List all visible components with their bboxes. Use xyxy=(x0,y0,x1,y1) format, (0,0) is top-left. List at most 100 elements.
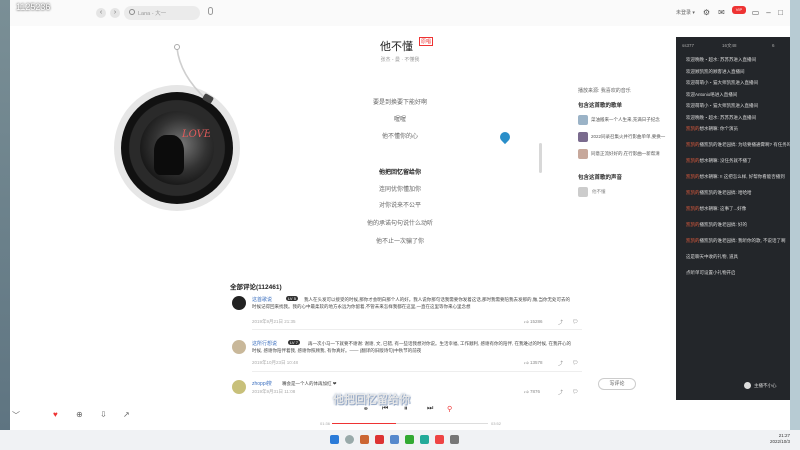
playlist-item[interactable]: 同意正流好好的,在行影曲一新帮清 xyxy=(578,149,670,161)
chat-username[interactable]: 凯凯的 xyxy=(686,222,700,227)
minimize-mode-icon[interactable]: ▭ xyxy=(751,8,760,17)
lyric-line-current[interactable]: 他把回忆留给你 xyxy=(330,167,470,176)
title-bar: ‹ › Lana - 大一 未登录 ▾ ⚙ ✉ VIP ▭ – □ xyxy=(10,0,790,26)
heart-icon[interactable]: ♥ xyxy=(53,410,58,419)
desktop-right-edge xyxy=(790,0,800,450)
search-icon[interactable] xyxy=(345,435,354,444)
playlist-title: 同意正流好好的,在行影曲一新帮清 xyxy=(591,151,660,156)
search-input[interactable]: Lana - 大一 xyxy=(138,9,166,17)
login-status[interactable]: 未登录 ▾ xyxy=(676,9,695,16)
chat-username[interactable]: 凯凯的 xyxy=(686,126,700,131)
voice-title[interactable]: 他不懂 xyxy=(592,189,606,195)
lyrics-scrollbar[interactable] xyxy=(539,143,542,173)
comment-likes[interactable]: 👍︎ 7876 xyxy=(524,389,540,395)
lyric-line[interactable]: 连同优你懂加你 xyxy=(330,184,470,193)
search-box[interactable]: Lana - 大一 xyxy=(124,6,200,20)
mic-icon[interactable] xyxy=(208,7,213,15)
chat-header-item[interactable]: 6 xyxy=(772,43,775,48)
chat-header-item[interactable]: ss377 xyxy=(682,43,694,48)
collect-icon[interactable]: ⊕ xyxy=(76,410,83,419)
app-icon[interactable] xyxy=(420,435,429,444)
comment-text: 嘴会是一个人的体再加红 ❤ xyxy=(282,381,337,386)
chat-follow-user[interactable]: 主播不小心 xyxy=(754,383,777,389)
chat-username[interactable]: 凯凯的 xyxy=(686,174,700,179)
chevron-down-icon[interactable]: ﹀ xyxy=(12,410,20,421)
comment-user[interactable]: zhoppi搜 xyxy=(252,380,272,387)
download-icon[interactable]: ⇩ xyxy=(100,410,107,419)
music-player-window: ‹ › Lana - 大一 未登录 ▾ ⚙ ✉ VIP ▭ – □ LOVE 他… xyxy=(10,0,790,430)
chat-message: 欢迎晚晚・超水: 苏苏苏进入直播间 xyxy=(686,115,790,121)
song-badge[interactable]: 原唱 xyxy=(419,37,434,46)
lyric-line[interactable]: 喔喔 xyxy=(330,114,470,123)
mail-icon[interactable]: ✉ xyxy=(717,8,726,17)
back-arrow-icon[interactable]: ‹ xyxy=(96,8,106,18)
play-source[interactable]: 播放来源: 我喜欢的音乐 xyxy=(578,87,631,94)
music-app-icon[interactable] xyxy=(435,435,444,444)
lyric-line[interactable]: 他的承诺句句说什么动听 xyxy=(330,218,470,227)
playlist-item[interactable]: 菜油搬来一个人生来,充满日子纪念 xyxy=(578,115,670,127)
chat-username[interactable]: 凯凯的 xyxy=(686,206,700,211)
share-icon[interactable]: ⤴ xyxy=(558,360,563,367)
chat-message: 欢迎萌萌小・猫大师凯凯进入直播间 xyxy=(686,80,790,86)
chat-message: 欢迎Antonio咯进入直播间 xyxy=(686,92,790,98)
chat-username[interactable]: 凯凯的 xyxy=(686,190,700,195)
app-icon[interactable] xyxy=(450,435,459,444)
app-icon[interactable] xyxy=(390,435,399,444)
chat-header-item[interactable]: 16文48 xyxy=(722,43,737,49)
gear-icon[interactable]: ⚙ xyxy=(702,8,711,17)
song-meta[interactable]: 张杰 - 曼 · 不懂我 xyxy=(370,56,430,63)
write-comment-button[interactable]: 写评论 xyxy=(598,378,636,390)
lyric-line[interactable]: 他不止一次骗了你 xyxy=(330,236,470,245)
avatar[interactable] xyxy=(232,380,246,394)
progress-bar[interactable] xyxy=(332,423,488,424)
chat-username[interactable]: 凯凯的 xyxy=(686,158,700,163)
chat-username[interactable]: 凯凯的 xyxy=(686,238,700,243)
lyric-line[interactable]: 要是到换要下能好啊 xyxy=(330,97,470,106)
avatar[interactable] xyxy=(232,340,246,354)
playlist-item[interactable]: 2022同录召集火并行影曲单单,要换一 xyxy=(578,132,670,144)
chat-text: 欢迎晚晚・超水: 苏苏苏进入直播间 xyxy=(686,114,756,120)
comment-divider xyxy=(252,329,582,330)
chat-message: 点听单可设置小礼物开启 xyxy=(686,270,790,276)
windows-start-icon[interactable] xyxy=(330,435,339,444)
minimize-icon[interactable]: – xyxy=(764,8,773,17)
chat-message: 凯凯的想水朝嘛: 没任务就不播了 xyxy=(686,158,790,164)
share-icon[interactable]: ⤴ xyxy=(558,389,563,396)
comment-likes[interactable]: 👍︎ 15286 xyxy=(524,319,542,325)
maximize-icon[interactable]: □ xyxy=(776,8,785,17)
tray-clock[interactable]: 21:27 2022/10/3 xyxy=(770,433,790,445)
voice-thumbnail[interactable] xyxy=(578,187,588,197)
live-chat-panel: ss377 16文48 6 欢迎晚晚・超水: 苏苏苏进入直播间 欢迎顾凯凯的顾客进… xyxy=(676,37,790,410)
chat-text: 播凯凯的谁老园搞: 哈哈哈 xyxy=(699,190,752,195)
forward-arrow-icon[interactable]: › xyxy=(110,8,120,18)
progress-fill xyxy=(332,423,396,424)
thumbs-up-icon: 👍︎ xyxy=(524,319,529,324)
lyric-line[interactable]: 对你说来不公平 xyxy=(330,200,470,209)
vip-badge[interactable]: VIP xyxy=(732,6,746,14)
reply-icon[interactable]: 💬︎ xyxy=(572,389,578,395)
app-icon[interactable] xyxy=(375,435,384,444)
reply-icon[interactable]: 💬︎ xyxy=(572,360,578,366)
share-icon[interactable]: ⤴ xyxy=(558,319,563,326)
chat-message: 这是聊天中收的礼物, 道具 xyxy=(686,254,790,260)
reply-icon[interactable]: 💬︎ xyxy=(572,319,578,325)
avatar[interactable] xyxy=(232,296,246,310)
chat-text: 播凯凯的谁老园搞: 好的 xyxy=(699,222,748,227)
share-icon[interactable]: ↗ xyxy=(123,410,130,419)
comment-text: 再一次小马一下就要不谢谢: 谢谢, 文, 已错, 有一些话我想对你说。生活幸福,… xyxy=(252,341,571,353)
tray-date: 2022/10/3 xyxy=(770,439,791,444)
lyric-line[interactable]: 他不懂你的心 xyxy=(330,131,470,140)
chat-message: 欢迎萌萌小・猫大师凯凯进入直播间 xyxy=(686,103,790,109)
chat-username[interactable]: 凯凯的 xyxy=(686,142,700,147)
comment-likes[interactable]: 👍︎ 13578 xyxy=(524,360,542,366)
app-icon[interactable] xyxy=(360,435,369,444)
chat-message: 凯凯的想水朝嘛: 这事了...好像 xyxy=(686,206,790,212)
video-subtitle: 他把回忆留给你 xyxy=(333,394,410,406)
comment-time: 2019年9月21日 21:35 xyxy=(252,319,296,324)
chat-message: 凯凯的播凯凯的谁老园搞: 为啥要播通霄啊? 有任务吗 xyxy=(686,142,790,148)
chat-text: 欢迎顾凯凯的顾客进入直播间 xyxy=(686,68,745,74)
album-cover: LOVE xyxy=(140,111,214,185)
lyrics-icon[interactable]: ⚲ xyxy=(447,405,452,413)
app-icon[interactable] xyxy=(405,435,414,444)
next-icon[interactable]: ⏭ xyxy=(427,405,433,413)
